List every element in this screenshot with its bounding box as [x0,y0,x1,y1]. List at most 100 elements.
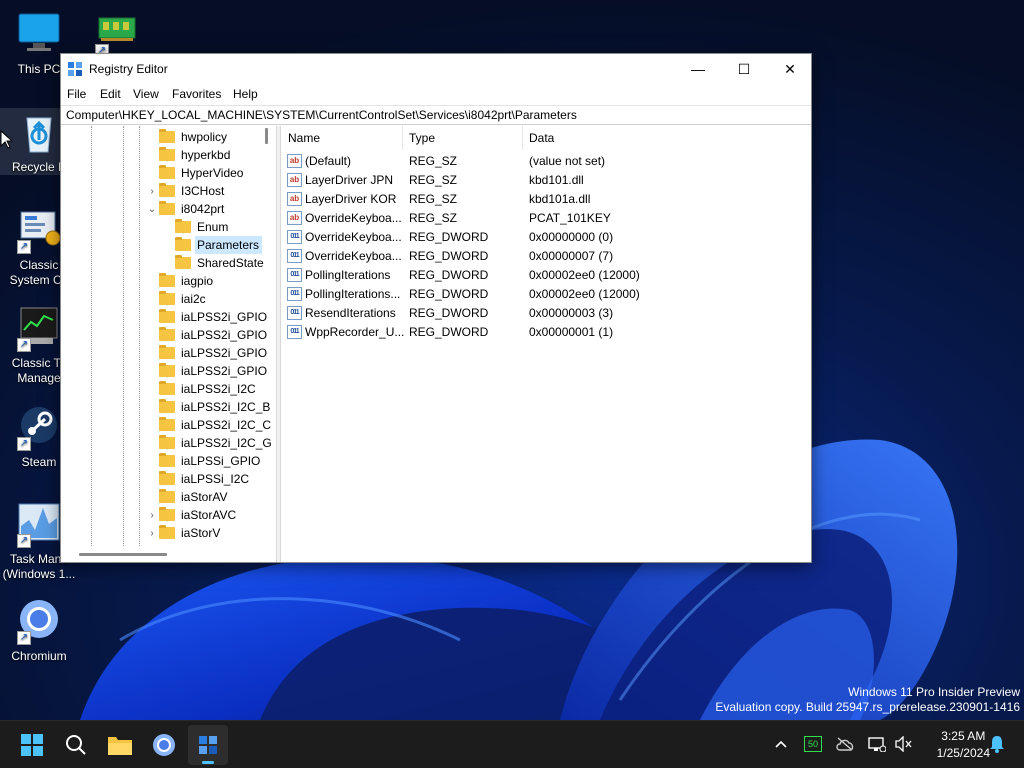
value-data: (value not set) [529,154,606,168]
tree-item[interactable]: iai2c [159,290,209,308]
folder-icon [175,255,191,269]
tree-item[interactable]: iaLPSS2i_GPIO [159,326,270,344]
search-icon [66,735,86,755]
recycle-bin-icon [15,108,63,156]
value-row[interactable]: ab LayerDriver KOR REG_SZ kbd101a.dll [282,190,811,209]
tree-item[interactable]: iaLPSS2i_I2C_C [159,416,274,434]
tree-item[interactable]: iagpio [159,272,216,290]
registry-tree[interactable]: hwpolicy hyperkbd HyperVideo › I3CHost ⌄ i8042… [61,126,277,562]
network-icon[interactable] [866,733,888,755]
string-value-icon: ab [287,211,302,225]
tree-item[interactable]: Enum [175,218,231,236]
tree-item[interactable]: › iaStorV [150,524,223,542]
tree-item-label: HyperVideo [181,166,244,180]
tree-item-label: iaLPSS2i_GPIO [181,310,268,324]
value-row[interactable]: 011 PollingIterations REG_DWORD 0x00002ee0 … [282,266,811,285]
value-row[interactable]: 011 PollingIterations... REG_DWORD 0x00002e… [282,285,811,304]
system-clock[interactable]: 3:25 AM 1/25/2024 [937,728,990,762]
start-button[interactable] [12,725,52,765]
tree-item[interactable]: ⌄ i8042prt [148,200,227,218]
tree-item[interactable]: Parameters [175,236,263,254]
taskbar-registry-editor[interactable] [188,725,228,765]
expand-chevron-icon[interactable]: › [147,528,157,539]
registry-editor-window: Registry Editor — ☐ ✕ File Edit View Fav… [60,53,812,563]
maximize-button[interactable]: ☐ [721,54,767,84]
folder-icon [159,489,175,503]
search-button[interactable] [56,725,96,765]
notifications-button[interactable] [986,733,1008,755]
taskbar-file-explorer[interactable] [100,725,140,765]
tree-item[interactable]: iaLPSS2i_I2C [159,380,259,398]
folder-icon [159,327,175,341]
folder-icon [175,219,191,233]
tree-guide-line [123,126,124,546]
clock-date: 1/25/2024 [936,746,990,760]
tree-item[interactable]: iaLPSS2i_GPIO [159,308,270,326]
pane-splitter[interactable] [277,126,281,562]
menu-favorites[interactable]: Favorites [172,87,221,101]
tree-item[interactable]: iaLPSS2i_GPIO [159,362,270,380]
title-bar[interactable]: Registry Editor — ☐ ✕ [61,54,811,84]
folder-icon [159,129,175,143]
task-manager-icon: ↗ [15,304,63,352]
folder-icon [159,345,175,359]
value-name: WppRecorder_U... [305,325,405,339]
tree-item[interactable]: › iaStorAVC [150,506,239,524]
value-type: REG_SZ [409,154,458,168]
value-row[interactable]: ab OverrideKeyboa... REG_SZ PCAT_101KEY [282,209,811,228]
value-type: REG_DWORD [409,287,489,301]
onedrive-icon[interactable] [834,733,856,755]
expand-chevron-icon[interactable]: › [147,186,157,197]
value-type: REG_DWORD [409,268,489,282]
taskbar: 50 3:25 AM 1/25/2024 [0,720,1024,768]
tree-item[interactable]: HyperVideo [159,164,246,182]
address-bar[interactable]: Computer\HKEY_LOCAL_MACHINE\SYSTEM\Curre… [61,105,811,125]
tree-item[interactable]: iaLPSS2i_GPIO [159,344,270,362]
tray-badge-icon[interactable]: 50 [802,733,824,755]
tree-horizontal-scrollbar[interactable] [79,553,167,556]
tree-item[interactable]: iaLPSS2i_I2C_G [159,434,275,452]
collapse-chevron-icon[interactable]: ⌄ [147,204,157,215]
tree-item-label: iaLPSS2i_GPIO [181,346,268,360]
window-title: Registry Editor [89,62,168,76]
menu-view[interactable]: View [133,87,159,101]
value-data: 0x00000000 (0) [529,230,614,244]
desktop-icon-chromium[interactable]: ↗ Chromium [0,597,78,664]
column-header-data[interactable]: Data [523,126,811,150]
tree-item-label: hwpolicy [181,130,228,144]
value-row[interactable]: ab (Default) REG_SZ (value not set) [282,152,811,171]
tree-item[interactable]: hwpolicy [159,128,230,146]
value-row[interactable]: 011 OverrideKeyboa... REG_DWORD 0x00000000 … [282,228,811,247]
column-header-name[interactable]: Name [282,126,403,150]
column-header-type[interactable]: Type [403,126,523,150]
menu-bar: File Edit View Favorites Help [61,84,811,104]
tree-item-label: I3CHost [181,184,225,198]
tree-item[interactable]: iaLPSS2i_I2C_B [159,398,273,416]
minimize-button[interactable]: — [675,54,721,84]
tree-vertical-scrollbar[interactable] [265,128,268,144]
tree-item[interactable]: iaLPSSi_I2C [159,470,252,488]
show-hidden-icons-button[interactable] [770,733,792,755]
value-row[interactable]: 011 OverrideKeyboa... REG_DWORD 0x00000007 … [282,247,811,266]
taskbar-chromium[interactable] [144,725,184,765]
value-row[interactable]: 011 ResendIterations REG_DWORD 0x00000003 (… [282,304,811,323]
volume-muted-icon[interactable] [892,733,914,755]
binary-value-icon: 011 [287,325,302,339]
menu-help[interactable]: Help [233,87,258,101]
tree-item[interactable]: iaLPSSi_GPIO [159,452,263,470]
menu-edit[interactable]: Edit [100,87,121,101]
close-button[interactable]: ✕ [767,54,813,84]
value-name: PollingIterations... [305,287,401,301]
value-name: OverrideKeyboa... [305,230,402,244]
tree-item[interactable]: SharedState [175,254,267,272]
tree-item[interactable]: iaStorAV [159,488,230,506]
folder-icon [159,417,175,431]
value-row[interactable]: 011 WppRecorder_U... REG_DWORD 0x00000001 (… [282,323,811,342]
tree-item[interactable]: hyperkbd [159,146,233,164]
menu-file[interactable]: File [67,87,86,101]
expand-chevron-icon[interactable]: › [147,510,157,521]
value-row[interactable]: ab LayerDriver JPN REG_SZ kbd101.dll [282,171,811,190]
tree-item[interactable]: › I3CHost [150,182,227,200]
folder-icon [159,309,175,323]
values-list[interactable]: Name Type Data ab (Default) REG_SZ (value n… [282,126,811,562]
